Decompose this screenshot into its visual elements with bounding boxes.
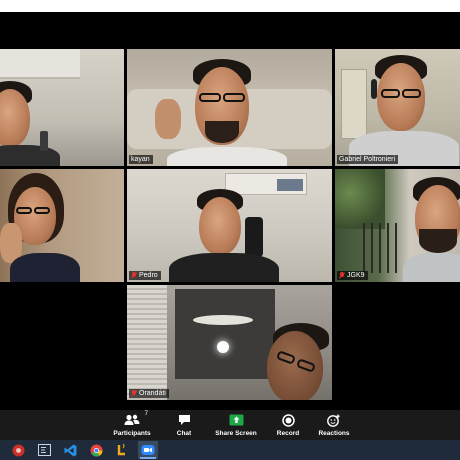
share-screen-button[interactable]: Share Screen [207, 410, 265, 440]
name-tag: Gabriel Poltronieri [337, 155, 399, 164]
record-label: Record [276, 430, 300, 437]
participants-label: Participants [113, 430, 151, 437]
bottle [40, 131, 48, 151]
name-tag: JGK9 [337, 271, 368, 280]
zoom-icon[interactable] [138, 441, 158, 459]
participant-name: Pedro [139, 272, 158, 279]
glasses [402, 89, 421, 98]
video-gallery: kayan Gabriel Poltronieri Pedro JGK9 Ora… [0, 12, 460, 410]
plant [335, 169, 385, 229]
participant-body [403, 253, 460, 282]
chat-label: Chat [176, 430, 192, 437]
file-explorer-icon[interactable] [34, 441, 54, 459]
video-tile-4[interactable] [0, 169, 124, 282]
lamp-light [217, 341, 229, 353]
vscode-icon[interactable] [60, 441, 80, 459]
video-tile-3-active-speaker[interactable]: Gabriel Poltronieri [335, 49, 460, 166]
raised-hand [155, 99, 181, 139]
mic-muted-icon [131, 272, 137, 279]
participants-count: 7 [144, 411, 148, 417]
glasses [381, 89, 400, 98]
chrome-red-icon[interactable] [8, 441, 28, 459]
headset [371, 79, 377, 99]
participant-face [199, 197, 241, 255]
chat-icon [178, 413, 191, 427]
share-screen-icon [229, 413, 244, 427]
chrome-icon[interactable] [86, 441, 106, 459]
reactions-button[interactable]: Reactions [311, 410, 357, 440]
beard [205, 121, 239, 143]
beard [419, 229, 457, 253]
participant-body [167, 147, 287, 166]
ceiling-fan [193, 315, 253, 325]
reactions-icon [327, 413, 341, 427]
reactions-label: Reactions [318, 430, 350, 437]
glasses [34, 207, 50, 214]
participants-button[interactable]: 7 Participants [103, 410, 161, 440]
participant-body [0, 145, 60, 166]
name-tag: kayan [129, 155, 153, 164]
video-tile-7[interactable]: Orandáti [127, 285, 332, 400]
video-tile-6[interactable]: JGK9 [335, 169, 460, 282]
glasses [199, 93, 221, 102]
mic-muted-icon [131, 390, 137, 397]
door [341, 69, 367, 139]
participants-icon: 7 [124, 411, 148, 427]
share-screen-label: Share Screen [215, 430, 257, 437]
os-taskbar [0, 440, 460, 460]
record-icon [281, 413, 295, 427]
glasses [223, 93, 245, 102]
participant-name: kayan [131, 156, 150, 163]
participant-name: JGK9 [347, 272, 365, 279]
window-top-strip [0, 0, 460, 12]
java-icon[interactable] [112, 441, 132, 459]
video-tile-1[interactable] [0, 49, 124, 166]
chair [245, 217, 263, 257]
video-tile-2[interactable]: kayan [127, 49, 332, 166]
meeting-toolbar: 7 Participants Chat Share Screen Record [0, 410, 460, 440]
video-tile-5[interactable]: Pedro [127, 169, 332, 282]
glasses [16, 207, 32, 214]
cabinet [0, 49, 80, 79]
participant-body [10, 253, 80, 282]
record-button[interactable]: Record [265, 410, 311, 440]
chat-button[interactable]: Chat [161, 410, 207, 440]
dark-window [175, 289, 275, 379]
window-blinds [127, 285, 167, 400]
name-tag: Orandáti [129, 389, 169, 398]
participant-body [169, 253, 279, 282]
books [277, 179, 303, 191]
window-grille [363, 223, 403, 273]
mic-muted-icon [339, 272, 345, 279]
name-tag: Pedro [129, 271, 161, 280]
participant-name: Orandáti [139, 390, 166, 397]
participant-name: Gabriel Poltronieri [339, 156, 396, 163]
